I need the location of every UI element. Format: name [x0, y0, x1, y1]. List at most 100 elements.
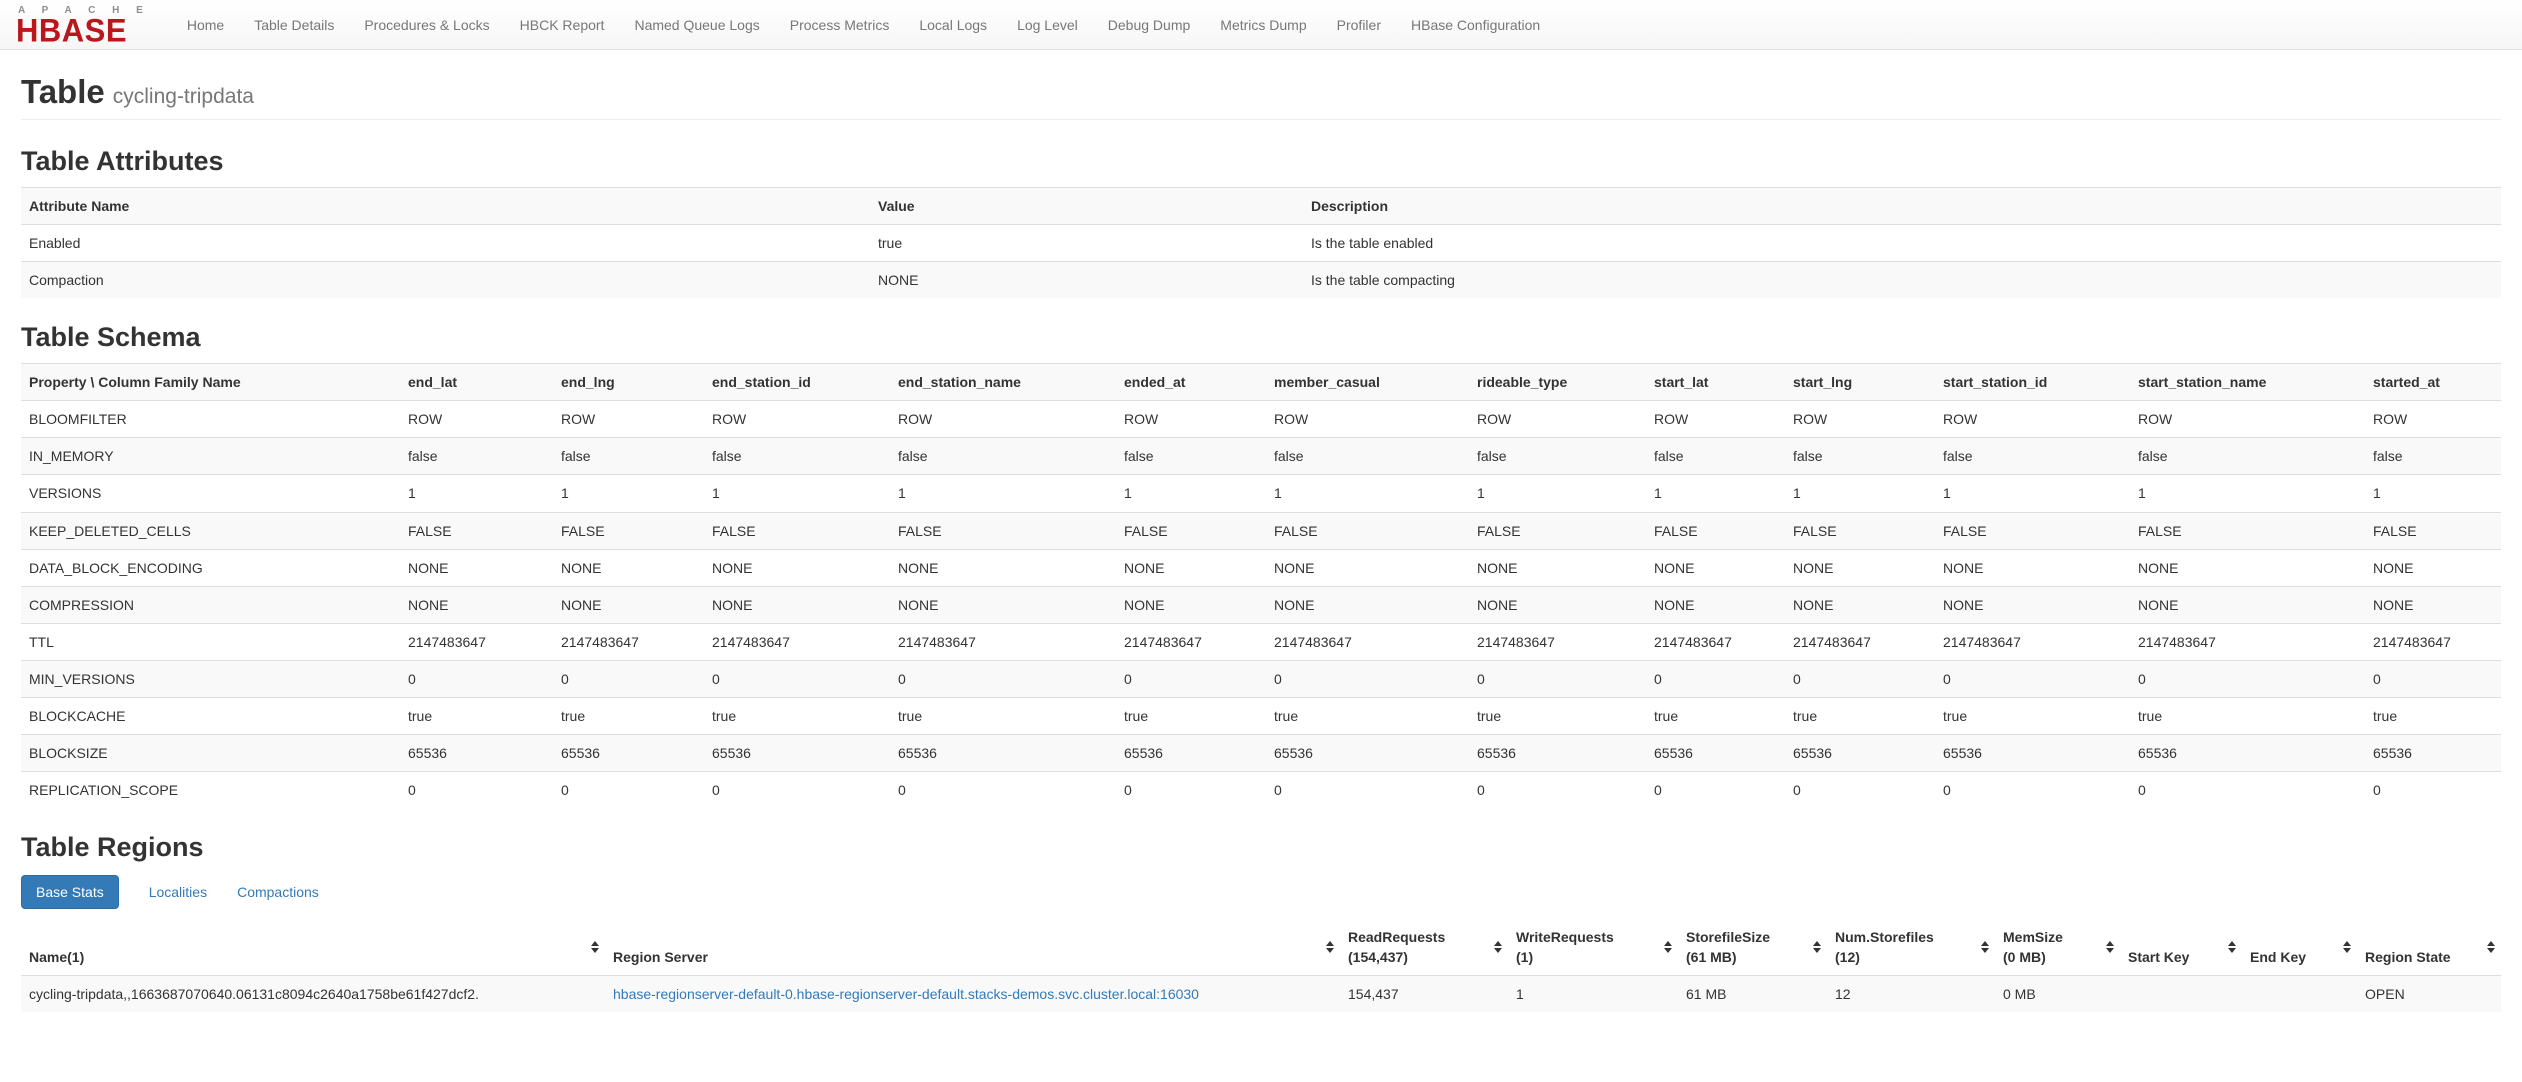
nav-item-home[interactable]: Home [172, 0, 239, 49]
cell: 0 [704, 770, 890, 808]
cell: FALSE [1266, 511, 1469, 550]
cell: 0 [1785, 770, 1935, 808]
nav-item-profiler[interactable]: Profiler [1322, 0, 1396, 49]
cell: FALSE [704, 511, 890, 550]
attributes-col-description: Description [1303, 187, 2501, 225]
cell: ROW [2130, 400, 2365, 438]
page-header: Table cycling-tripdata [21, 73, 2501, 121]
regions-col-readrequests[interactable]: ReadRequests (154,437) [1340, 919, 1508, 976]
nav-item-hbck-report[interactable]: HBCK Report [505, 0, 620, 49]
cell: 2147483647 [704, 622, 890, 661]
tab-localities[interactable]: Localities [149, 876, 207, 908]
sort-icon [2343, 940, 2351, 953]
regions-col-name-1[interactable]: Name(1) [21, 919, 605, 976]
cell: true [1785, 696, 1935, 735]
cell: NONE [1116, 548, 1266, 587]
cell: 0 [2365, 770, 2501, 808]
table-row: MIN_VERSIONS 0 0 0 0 0 0 0 0 0 0 0 0 [21, 659, 2501, 698]
cell: 1 [553, 474, 704, 512]
cell: 65536 [2365, 733, 2501, 772]
table-row: DATA_BLOCK_ENCODING NONE NONE NONE NONE NONE N… [21, 548, 2501, 587]
nav-item-hbase-configuration[interactable]: HBase Configuration [1396, 0, 1555, 49]
regions-col-start-key[interactable]: Start Key [2120, 919, 2242, 976]
cell: 1 [1116, 474, 1266, 512]
cell: 2147483647 [1646, 622, 1785, 661]
nav-item-metrics-dump[interactable]: Metrics Dump [1205, 0, 1321, 49]
cell: NONE [553, 585, 704, 624]
schema-family-start-station-id: start_station_id [1935, 363, 2130, 401]
regions-col-writerequests[interactable]: WriteRequests (1) [1508, 919, 1678, 976]
cell: true [890, 696, 1116, 735]
cell: 65536 [1266, 733, 1469, 772]
cell: 1 [704, 474, 890, 512]
table-row: BLOCKSIZE 65536 65536 65536 65536 65536 65536 6… [21, 733, 2501, 772]
sort-icon [2228, 940, 2236, 953]
nav-item-process-metrics[interactable]: Process Metrics [775, 0, 905, 49]
table-attributes-table: Attribute Name Value Description Enabled tru… [21, 187, 2501, 299]
schema-family-start-station-name: start_station_name [2130, 363, 2365, 401]
regions-col-end-key[interactable]: End Key [2242, 919, 2357, 976]
cell: 2147483647 [1266, 622, 1469, 661]
cell: 0 [1116, 659, 1266, 698]
nav-menu: Home Table Details Procedures & Locks HBCK … [172, 0, 1555, 49]
column-label: ReadRequests [1348, 928, 1446, 945]
tab-compactions[interactable]: Compactions [237, 876, 319, 908]
schema-property-name: DATA_BLOCK_ENCODING [21, 548, 400, 587]
cell: false [400, 437, 553, 475]
cell: NONE [1935, 585, 2130, 624]
schema-family-end-station-name: end_station_name [890, 363, 1116, 401]
tab-base-stats[interactable]: Base Stats [21, 874, 119, 909]
cell: true [1266, 696, 1469, 735]
cell: true [2130, 696, 2365, 735]
regions-col-memsize[interactable]: MemSize (0 MB) [1995, 919, 2120, 976]
regions-col-region-server[interactable]: Region Server [605, 919, 1340, 976]
cell: 65536 [1785, 733, 1935, 772]
nav-item-procedures-locks[interactable]: Procedures & Locks [349, 0, 504, 49]
regions-col-region-state[interactable]: Region State [2357, 919, 2501, 976]
column-label: Name(1) [29, 948, 85, 965]
nav-item-log-level[interactable]: Log Level [1002, 0, 1093, 49]
column-sublabel: (61 MB) [1686, 948, 1737, 965]
regions-col-storefilesize[interactable]: StorefileSize (61 MB) [1678, 919, 1827, 976]
cell: 0 [2130, 659, 2365, 698]
cell: 65536 [1116, 733, 1266, 772]
cell: 0 [1646, 659, 1785, 698]
cell: FALSE [2130, 511, 2365, 550]
cell: FALSE [553, 511, 704, 550]
cell: 0 [553, 659, 704, 698]
nav-item-debug-dump[interactable]: Debug Dump [1093, 0, 1206, 49]
cell: NONE [2130, 548, 2365, 587]
table-row: KEEP_DELETED_CELLS FALSE FALSE FALSE FALSE FA… [21, 511, 2501, 550]
cell: 1 [890, 474, 1116, 512]
schema-family-rideable-type: rideable_type [1469, 363, 1646, 401]
cell: true [1116, 696, 1266, 735]
schema-property-name: TTL [21, 622, 400, 661]
cell: true [870, 224, 1303, 262]
cell: 0 [1266, 659, 1469, 698]
table-schema-body: Property \ Column Family Name end_lat end_… [21, 363, 2501, 808]
sort-icon [1326, 940, 1334, 953]
table-regions-body: cycling-tripdata,,1663687070640.06131c80… [21, 974, 2501, 1012]
cell: false [1785, 437, 1935, 475]
cell: 0 [1785, 659, 1935, 698]
cell: FALSE [1469, 511, 1646, 550]
column-label: Num.Storefiles [1835, 928, 1934, 945]
table-row: Enabled true Is the table enabled [21, 224, 2501, 262]
cell: false [553, 437, 704, 475]
schema-family-start-lat: start_lat [1646, 363, 1785, 401]
table-regions-heading: Table Regions [21, 831, 204, 862]
table-attributes-heading: Table Attributes [21, 146, 224, 177]
nav-item-named-queue-logs[interactable]: Named Queue Logs [619, 0, 774, 49]
start-key [2120, 974, 2242, 1012]
schema-family-end-lat: end_lat [400, 363, 553, 401]
page-content: Table cycling-tripdata Table Attributes A… [0, 73, 2522, 1012]
nav-item-table-details[interactable]: Table Details [239, 0, 349, 49]
cell: Enabled [21, 224, 870, 262]
hbase-logo[interactable]: A P A C H E HBASE [16, 0, 150, 49]
regions-col-num-storefiles[interactable]: Num.Storefiles (12) [1827, 919, 1995, 976]
column-label: WriteRequests [1516, 928, 1614, 945]
region-server-link[interactable]: hbase-regionserver-default-0.hbase-regio… [613, 986, 1199, 1002]
cell: 0 [400, 659, 553, 698]
nav-item-local-logs[interactable]: Local Logs [904, 0, 1002, 49]
table-row: IN_MEMORY false false false false false false f… [21, 437, 2501, 475]
